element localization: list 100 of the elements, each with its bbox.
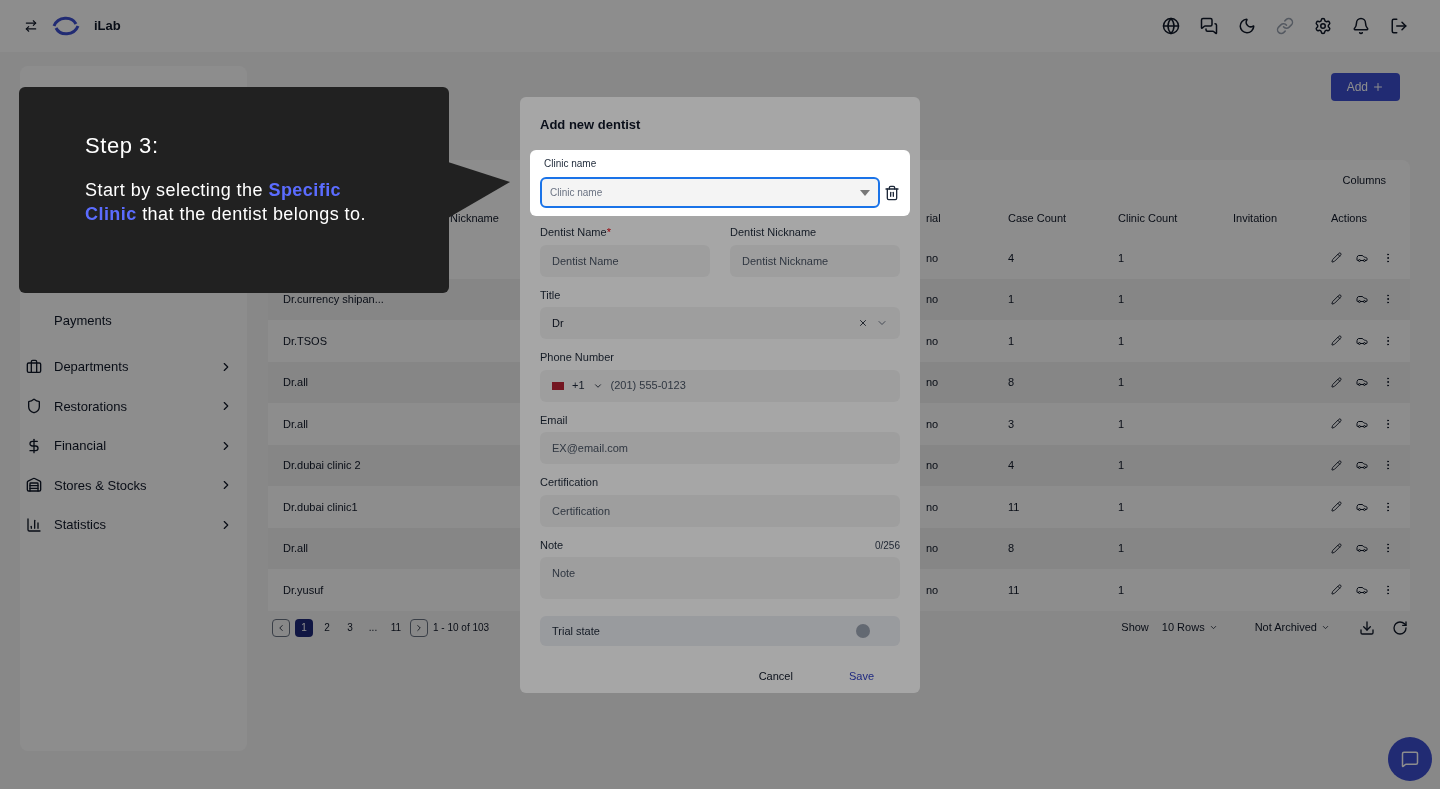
tooltip-title: Step 3:: [85, 132, 160, 160]
shield-icon: [26, 398, 42, 415]
add-button[interactable]: Add: [1330, 73, 1400, 101]
input-field[interactable]: Certification: [540, 494, 900, 527]
sidebar-item[interactable]: Statistics: [20, 505, 247, 545]
table-cell-text: 1: [1118, 250, 1126, 266]
logo-text: iLab: [94, 17, 121, 36]
moon-icon[interactable]: [1238, 17, 1256, 35]
table-cell-text: 1: [1118, 582, 1126, 598]
chevron-right-icon: [414, 622, 424, 633]
columns-button[interactable]: Columns: [1342, 171, 1386, 189]
sidebar-item[interactable]: Restorations: [20, 386, 247, 426]
table-cell-text: no: [926, 250, 940, 266]
input-field[interactable]: Dentist Nickname: [730, 244, 900, 277]
table-cell-text: Dr.all: [283, 416, 310, 432]
table-cell-text: no: [926, 582, 940, 598]
page-button[interactable]: 2: [318, 618, 336, 637]
edit-icon[interactable]: [1331, 459, 1342, 471]
note-field[interactable]: Note: [540, 557, 900, 599]
flag-icon: [552, 381, 564, 390]
input-field[interactable]: EX@email.com: [540, 432, 900, 464]
table-cell-text: Dr.currency shipan...: [283, 292, 385, 307]
table-cell-text: no: [926, 499, 940, 515]
table-cell-text: 3: [1008, 416, 1016, 432]
chevron-left-icon: [276, 622, 286, 633]
edit-icon[interactable]: [1331, 418, 1342, 430]
table-cell-text: 4: [1008, 458, 1016, 473]
table-cell-text: Dr.dubai clinic 2: [283, 458, 362, 473]
briefcase-icon: [26, 358, 42, 375]
table-cell-text: Dr.all: [283, 541, 310, 556]
globe-icon[interactable]: [1162, 17, 1180, 35]
table-cell-text: Dr.dubai clinic1: [283, 499, 359, 515]
edit-icon[interactable]: [1331, 584, 1342, 596]
show-label: Show: [1121, 620, 1149, 636]
page-button[interactable]: 11: [387, 618, 405, 637]
column-header: rial: [926, 211, 942, 227]
page-button[interactable]: 1: [295, 618, 313, 637]
edit-icon[interactable]: [1331, 542, 1342, 554]
table-cell-text: 1: [1118, 416, 1126, 432]
table-cell-text: Dr.TSOS: [283, 333, 328, 349]
sidebar-item[interactable]: Departments: [20, 347, 247, 387]
input-field[interactable]: Dentist Name: [540, 244, 710, 277]
required-mark: *: [606, 225, 611, 240]
cancel-button[interactable]: Cancel: [758, 668, 793, 685]
edit-icon[interactable]: [1331, 293, 1342, 305]
download-icon[interactable]: [1359, 619, 1375, 636]
page-button[interactable]: ...: [364, 618, 382, 637]
page-button[interactable]: 3: [341, 618, 359, 637]
clear-icon[interactable]: [858, 318, 868, 328]
car-icon[interactable]: [1356, 293, 1368, 306]
chat-icon[interactable]: [1200, 17, 1218, 35]
archive-select[interactable]: Not Archived: [1246, 619, 1338, 636]
warehouse-icon: [26, 477, 42, 494]
car-icon[interactable]: [1356, 542, 1368, 555]
table-cell-text: 1: [1008, 292, 1016, 307]
prev-page-button[interactable]: [272, 618, 290, 637]
char-counter: 0/256: [874, 539, 900, 553]
trial-toggle[interactable]: [856, 624, 870, 638]
dialog-title: Add new dentist: [539, 115, 642, 134]
column-header: Clinic Count: [1118, 211, 1179, 227]
logout-icon[interactable]: [1390, 17, 1408, 35]
settings-icon[interactable]: [1314, 17, 1332, 35]
table-cell-text: Dr.all: [283, 375, 310, 390]
trash-icon[interactable]: [884, 184, 900, 201]
field-label: Certification: [540, 475, 599, 490]
chevron-icon: [1321, 623, 1330, 632]
bell-icon[interactable]: [1352, 17, 1370, 35]
table-cell-text: 8: [1008, 375, 1016, 390]
table-cell-text: 11: [1008, 499, 1021, 515]
refresh-icon[interactable]: [1392, 619, 1408, 636]
column-header: Case Count: [1008, 211, 1068, 227]
edit-icon[interactable]: [1331, 501, 1342, 513]
sidebar-item[interactable]: Financial: [20, 426, 247, 466]
edit-icon[interactable]: [1331, 252, 1342, 264]
plus-icon: [1372, 81, 1384, 93]
table-cell-text: 1: [1008, 333, 1016, 349]
sidebar-subitem[interactable]: Payments: [20, 306, 247, 335]
save-button[interactable]: Save: [848, 668, 874, 685]
sidebar-item[interactable]: Stores & Stocks: [20, 465, 247, 505]
dollar-icon: [26, 437, 42, 454]
next-page-button[interactable]: [410, 618, 428, 637]
chat-fab[interactable]: [1388, 737, 1432, 781]
phone-field[interactable]: +1 (201) 555-0123: [540, 369, 900, 402]
table-cell-text: no: [926, 333, 940, 349]
table-cell-text: 1: [1118, 499, 1126, 515]
title-select[interactable]: Dr: [540, 307, 900, 339]
swap-icon[interactable]: [24, 19, 38, 33]
table-cell-text: no: [926, 416, 940, 432]
car-icon[interactable]: [1356, 459, 1368, 472]
rows-select[interactable]: 10 Rows: [1153, 619, 1226, 636]
table-cell-text: no: [926, 375, 940, 390]
car-icon[interactable]: [1356, 376, 1368, 389]
dropdown-caret-icon: [860, 189, 870, 196]
table-cell-text: 1: [1118, 375, 1126, 390]
edit-icon[interactable]: [1331, 376, 1342, 388]
clinic-select[interactable]: Clinic name: [540, 177, 880, 208]
edit-icon[interactable]: [1331, 335, 1342, 347]
column-header: Nickname: [449, 211, 500, 227]
field-label: Title: [540, 287, 561, 303]
page-range: 1 - 10 of 103: [433, 621, 490, 635]
